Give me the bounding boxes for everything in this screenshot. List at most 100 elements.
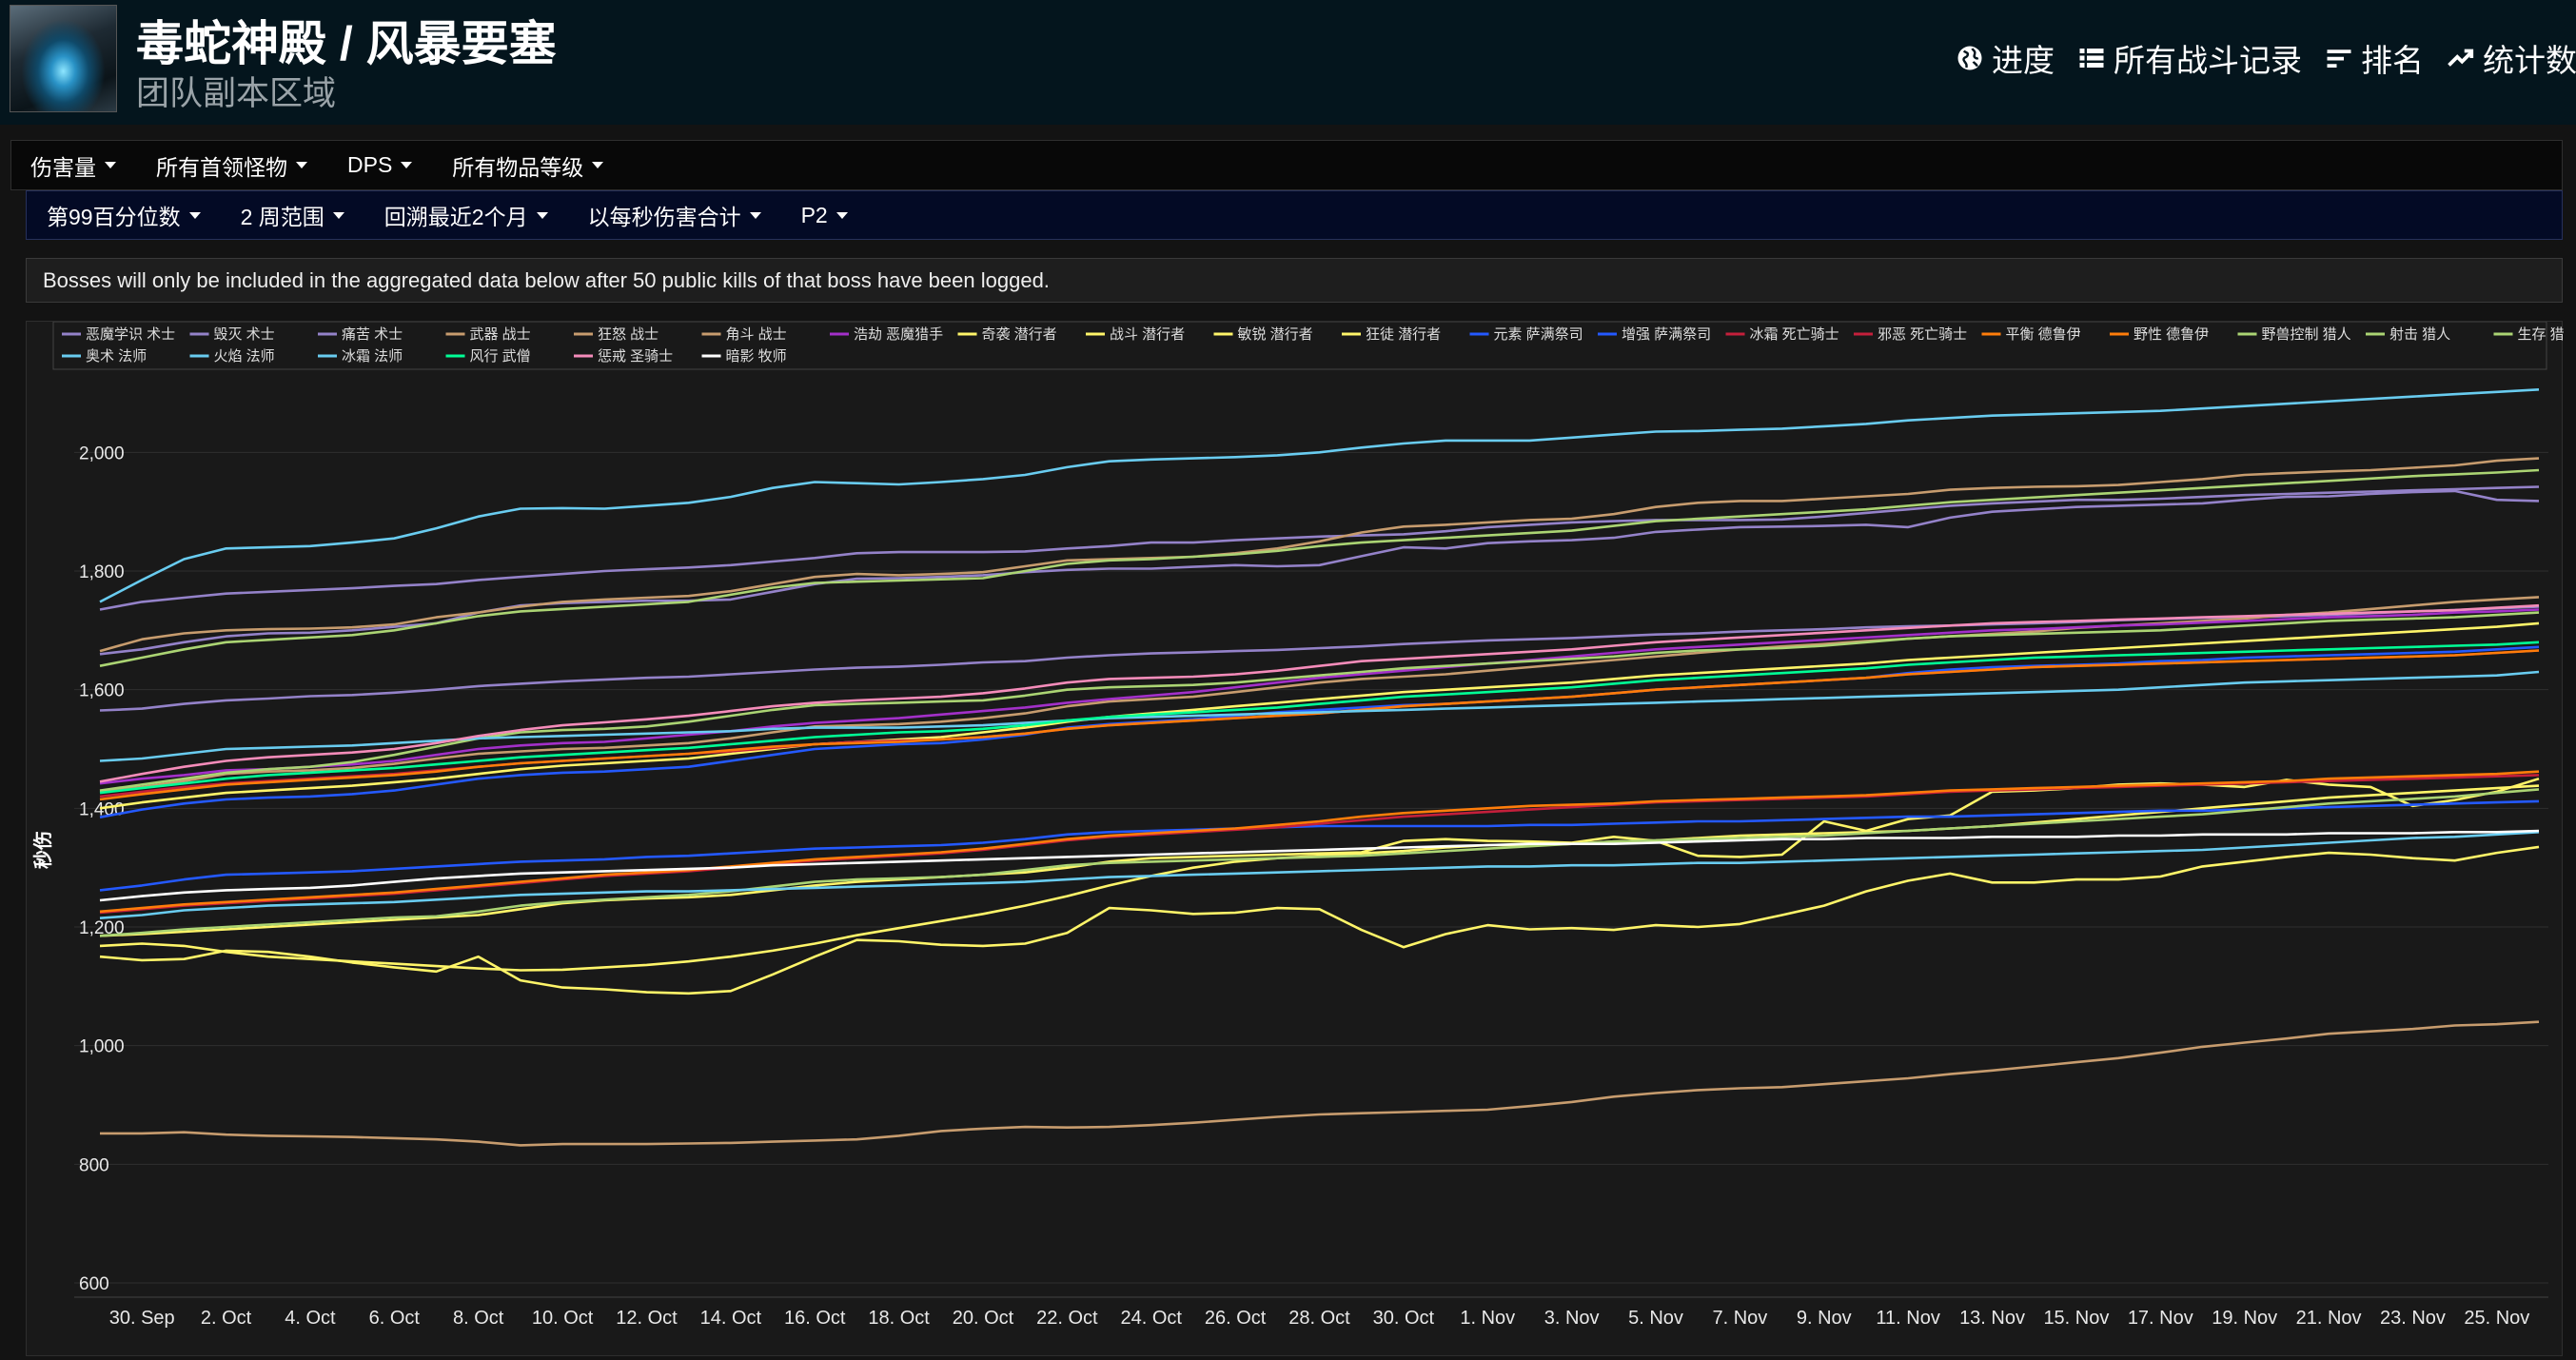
zone-icon (10, 5, 117, 112)
legend-label: 狂怒 战士 (598, 326, 659, 343)
legend-label: 平衡 德鲁伊 (2006, 325, 2081, 343)
nav-reports-link[interactable]: 所有战斗记录 (2077, 36, 2302, 80)
y-tick-label: 800 (79, 1155, 109, 1175)
legend-label: 元素 萨满祭司 (1494, 326, 1583, 343)
x-tick-label: 9. Nov (1797, 1308, 1852, 1329)
x-tick-label: 30. Sep (109, 1308, 175, 1329)
globe-icon (1957, 46, 1982, 70)
legend-label: 战斗 潜行者 (1110, 326, 1185, 343)
legend-label: 奇袭 潜行者 (982, 326, 1057, 343)
legend-label: 惩戒 圣骑士 (598, 348, 673, 365)
series-line (99, 468, 2540, 667)
legend-label: 狂徒 潜行者 (1366, 326, 1441, 343)
y-tick-label: 1,600 (79, 681, 125, 701)
legend-label: 恶魔学识 术士 (86, 326, 175, 343)
aggregation-dropdown[interactable]: 以每秒伤害合计 (588, 199, 761, 231)
series-line (99, 784, 2540, 972)
percentile-dropdown[interactable]: 第99百分位数 (47, 199, 201, 231)
partition-dropdown[interactable]: P2 (801, 203, 848, 228)
item-level-dropdown[interactable]: 所有物品等级 (452, 149, 604, 182)
caret-down-icon (536, 211, 548, 219)
list-icon (2079, 49, 2104, 68)
range-dropdown[interactable]: 2 周范围 (241, 199, 344, 231)
legend-label: 生存 猎人 (2518, 326, 2565, 343)
x-tick-label: 3. Nov (1544, 1308, 1600, 1329)
x-tick-label: 11. Nov (1876, 1308, 1939, 1329)
header-nav: 进度 所有战斗记录 排名 统计数据 (1956, 36, 2576, 80)
x-tick-label: 17. Nov (2128, 1308, 2193, 1329)
info-notice: Bosses will only be included in the aggr… (26, 258, 2563, 303)
sort-icon (2327, 49, 2351, 68)
series-line (99, 608, 2540, 785)
x-tick-label: 28. Oct (1288, 1308, 1350, 1329)
caret-down-icon (296, 162, 307, 168)
legend-label: 射击 猎人 (2389, 326, 2450, 343)
nav-progress-link[interactable]: 进度 (1956, 36, 2055, 80)
chart-panel: 600 800 1,000 1,200 1,400 1,600 1,800 2,000 秒伤 30… (26, 321, 2565, 1356)
caret-down-icon (332, 211, 344, 219)
nav-rankings-label: 排名 (2361, 43, 2424, 78)
filter-bar-secondary: 第99百分位数 2 周范围 回溯最近2个月 以每秒伤害合计 P2 (26, 190, 2563, 240)
filter-bar-primary: 伤害量 所有首领怪物 DPS 所有物品等级 (10, 140, 2563, 190)
caret-down-icon (836, 211, 848, 219)
page-subtitle: 团队副本区域 (136, 75, 337, 112)
dps-line-chart: 6008001,0001,2001,4001,6001,8002,000秒伤30… (31, 322, 2565, 1329)
legend-label: 武器 战士 (470, 326, 531, 343)
lookback-dropdown[interactable]: 回溯最近2个月 (384, 199, 548, 231)
y-axis-title: 秒伤 (31, 831, 54, 869)
x-tick-label: 19. Nov (2212, 1308, 2277, 1329)
x-tick-label: 25. Nov (2464, 1308, 2529, 1329)
x-tick-label: 14. Oct (700, 1308, 762, 1329)
x-tick-label: 16. Oct (784, 1308, 846, 1329)
legend-label: 风行 武僧 (470, 348, 531, 365)
legend-label: 浩劫 恶魔猎手 (854, 326, 943, 343)
metric-dropdown[interactable]: 伤害量 (30, 149, 116, 182)
series-line (100, 1020, 2540, 1147)
chart-legend: 恶魔学识 术士 毁灭 术士 痛苦 术士 武器 战士 狂怒 战士 角斗 战士 浩劫 恶魔猎手 奇… (52, 322, 2565, 370)
legend-label: 暗影 牧师 (726, 348, 787, 365)
legend-label: 火焰 法师 (214, 348, 275, 365)
boss-dropdown[interactable]: 所有首领怪物 (156, 149, 307, 182)
legend-label: 野性 德鲁伊 (2134, 325, 2209, 343)
caret-down-icon (188, 211, 201, 219)
series-line (99, 645, 2540, 818)
caret-down-icon (401, 162, 413, 168)
x-tick-label: 20. Oct (953, 1308, 1014, 1329)
nav-reports-label: 所有战斗记录 (2114, 43, 2302, 78)
caret-down-icon (592, 162, 604, 168)
x-tick-label: 10. Oct (532, 1308, 594, 1329)
x-tick-label: 8. Oct (453, 1308, 504, 1329)
x-tick-label: 15. Nov (2043, 1308, 2109, 1329)
legend-label: 邪恶 死亡骑士 (1878, 326, 1967, 343)
x-tick-label: 7. Nov (1712, 1308, 1767, 1329)
nav-statistics-label: 统计数据 (2483, 43, 2576, 78)
x-tick-label: 24. Oct (1120, 1308, 1182, 1329)
y-tick-label: 600 (79, 1274, 109, 1294)
x-tick-label: 6. Oct (369, 1308, 421, 1329)
x-tick-label: 4. Oct (285, 1308, 336, 1329)
trend-icon (2448, 49, 2474, 67)
x-tick-label: 21. Nov (2296, 1308, 2362, 1329)
role-dropdown[interactable]: DPS (347, 152, 413, 178)
nav-progress-label: 进度 (1992, 43, 2055, 78)
y-tick-label: 2,000 (79, 443, 125, 463)
x-tick-label: 18. Oct (868, 1308, 930, 1329)
x-tick-label: 13. Nov (1959, 1308, 2025, 1329)
series-line (99, 388, 2540, 603)
nav-rankings-link[interactable]: 排名 (2325, 36, 2424, 80)
page-title: 毒蛇神殿 / 风暴要塞 (136, 17, 557, 70)
y-tick-label: 1,000 (79, 1037, 125, 1057)
page-header: 毒蛇神殿 / 风暴要塞 团队副本区域 进度 所有战斗记录 排名 统计数 (0, 0, 2576, 125)
x-tick-label: 1. Nov (1460, 1308, 1515, 1329)
legend-label: 野兽控制 猎人 (2262, 326, 2351, 343)
x-tick-label: 30. Oct (1373, 1308, 1435, 1329)
series-line (99, 774, 2540, 915)
x-tick-label: 22. Oct (1036, 1308, 1098, 1329)
x-tick-label: 23. Nov (2380, 1308, 2446, 1329)
legend-label: 冰霜 死亡骑士 (1750, 326, 1839, 343)
legend-label: 奥术 法师 (86, 348, 147, 365)
nav-statistics-link[interactable]: 统计数据 (2447, 36, 2576, 80)
series-line (99, 611, 2540, 792)
y-tick-label: 1,800 (79, 562, 125, 582)
series-line (99, 831, 2540, 919)
